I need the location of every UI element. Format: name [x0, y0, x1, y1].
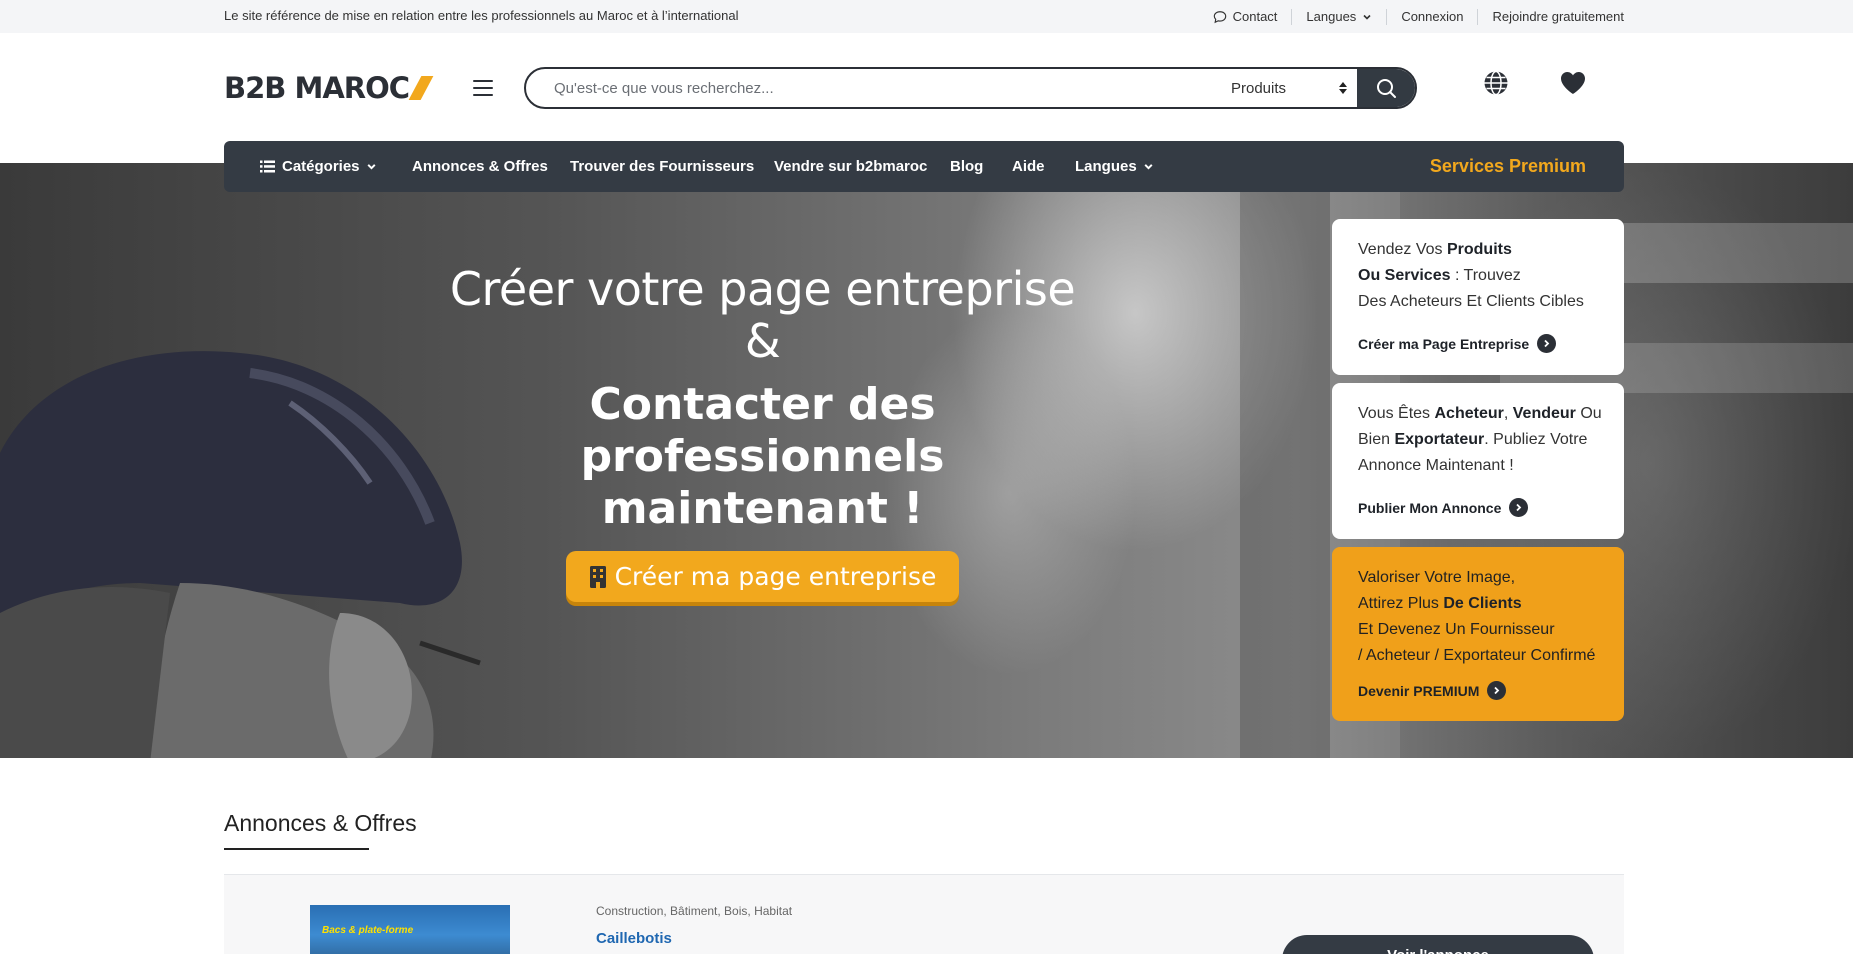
site-logo[interactable]: B2B MAROC	[224, 71, 434, 105]
hero-heading-line2: Contacter des professionnels maintenant …	[580, 379, 945, 534]
listing-category: Construction, Bâtiment, Bois, Habitat	[596, 904, 793, 918]
promo-card-sell: Vendez Vos Produits Ou Services : Trouve…	[1332, 219, 1624, 375]
hero-column-decor	[1240, 163, 1330, 758]
heart-icon[interactable]	[1559, 70, 1587, 101]
publish-ad-link-label: Publier Mon Annonce	[1358, 499, 1502, 516]
top-bar: Le site référence de mise en relation en…	[0, 0, 1853, 33]
become-premium-link-label: Devenir PREMIUM	[1358, 682, 1480, 699]
create-page-link[interactable]: Créer ma Page Entreprise	[1358, 334, 1557, 353]
nav-annonces-label: Annonces & Offres	[412, 158, 548, 175]
building-icon	[589, 565, 606, 588]
search-icon	[1377, 79, 1396, 98]
nav-vendre[interactable]: Vendre sur b2bmaroc	[774, 158, 927, 175]
promo-card-publish: Vous Êtes Acheteur, Vendeur Ou Bien Expo…	[1332, 383, 1624, 539]
connexion-label: Connexion	[1401, 9, 1464, 24]
view-listing-button[interactable]: Voir l'annonce	[1282, 935, 1594, 954]
create-page-button[interactable]: Créer ma page entreprise	[566, 551, 959, 602]
site-tagline: Le site référence de mise en relation en…	[224, 8, 739, 23]
chevron-down-icon	[1144, 164, 1153, 170]
listing-thumbnail-caption: Bacs & plate-forme	[322, 925, 414, 936]
listing-title[interactable]: Caillebotis	[596, 930, 672, 947]
hero-heading-line1: Créer votre page entreprise &	[449, 262, 1076, 368]
contact-label: Contact	[1232, 9, 1278, 24]
become-premium-link[interactable]: Devenir PREMIUM	[1358, 681, 1507, 700]
arrow-right-icon	[1537, 334, 1557, 353]
search-category-select[interactable]: Produits	[1219, 69, 1357, 107]
contact-link[interactable]: Contact	[1199, 9, 1292, 25]
promo-card-premium: Valoriser Votre Image, Attirez Plus De C…	[1332, 547, 1624, 721]
globe-icon[interactable]	[1483, 70, 1509, 101]
nav-fournisseurs-label: Trouver des Fournisseurs	[570, 158, 755, 175]
listing-item[interactable]: Bacs & plate-forme Construction, Bâtimen…	[224, 875, 1624, 954]
nav-fournisseurs[interactable]: Trouver des Fournisseurs	[570, 158, 754, 175]
nav-langues[interactable]: Langues	[1075, 158, 1154, 175]
chevron-down-icon	[1363, 14, 1371, 20]
main-nav: Catégories Annonces & Offres Trouver des…	[224, 141, 1624, 192]
hero-heading: Créer votre page entreprise & Contacter …	[440, 263, 1085, 535]
create-page-link-label: Créer ma Page Entreprise	[1358, 335, 1530, 352]
search-button[interactable]	[1357, 69, 1415, 107]
menu-icon[interactable]	[473, 80, 493, 96]
search-bar: Produits	[524, 67, 1417, 109]
promo-card-publish-text: Vous Êtes Acheteur, Vendeur Ou Bien Expo…	[1358, 405, 1602, 474]
search-input[interactable]	[526, 69, 1219, 107]
nav-annonces[interactable]: Annonces & Offres	[412, 158, 548, 175]
create-page-label: Créer ma page entreprise	[614, 562, 937, 591]
nav-blog-label: Blog	[950, 158, 984, 175]
list-icon	[260, 160, 275, 173]
publish-ad-link[interactable]: Publier Mon Annonce	[1358, 498, 1529, 517]
promo-card-premium-text: Valoriser Votre Image, Attirez Plus De C…	[1358, 569, 1596, 664]
listing-thumbnail[interactable]: Bacs & plate-forme	[310, 905, 510, 954]
chevron-down-icon	[367, 164, 376, 170]
langues-label: Langues	[1306, 9, 1357, 24]
arrow-right-icon	[1509, 498, 1529, 517]
nav-aide[interactable]: Aide	[1012, 158, 1045, 175]
nav-vendre-label: Vendre sur b2bmaroc	[774, 158, 928, 175]
top-langues-dropdown[interactable]: Langues	[1291, 8, 1386, 25]
logo-text: B2B MAROC	[224, 71, 410, 105]
rejoindre-label: Rejoindre gratuitement	[1492, 9, 1624, 24]
nav-categories-label: Catégories	[282, 158, 360, 175]
chat-icon	[1213, 10, 1226, 23]
annonces-section-title: Annonces & Offres	[224, 810, 417, 836]
nav-aide-label: Aide	[1012, 158, 1045, 175]
connexion-link[interactable]: Connexion	[1386, 8, 1477, 25]
search-category-value: Produits	[1231, 79, 1287, 97]
nav-langues-label: Langues	[1075, 158, 1137, 175]
top-links: Contact Langues Connexion Rejoindre grat…	[1199, 0, 1624, 33]
rejoindre-link[interactable]: Rejoindre gratuitement	[1477, 8, 1624, 25]
nav-categories[interactable]: Catégories	[260, 158, 377, 175]
promo-card-sell-text: Vendez Vos Produits Ou Services : Trouve…	[1358, 241, 1584, 310]
logo-slash-icon	[408, 76, 434, 100]
select-arrows-icon	[1339, 82, 1347, 94]
section-title-underline	[224, 848, 369, 850]
arrow-right-icon	[1487, 681, 1507, 700]
nav-services-premium[interactable]: Services Premium	[1430, 156, 1586, 177]
nav-blog[interactable]: Blog	[950, 158, 983, 175]
